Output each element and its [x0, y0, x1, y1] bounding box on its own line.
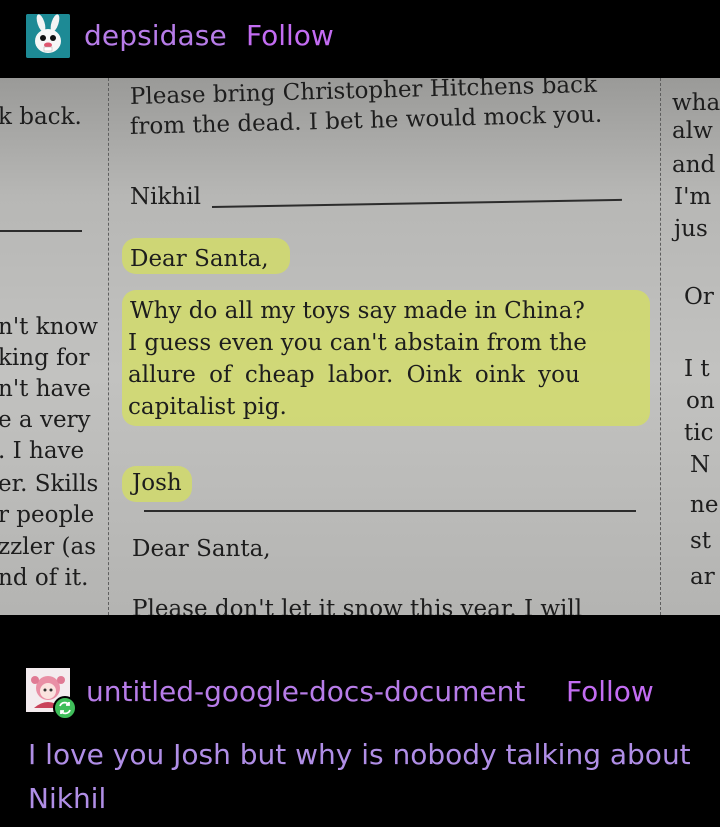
left-column-line: n't know — [0, 314, 98, 340]
post-photo[interactable]: k back. n't know king for n't have e a v… — [0, 78, 720, 615]
left-column-line: r people — [0, 502, 95, 528]
right-column-line: alw — [672, 118, 713, 144]
letter-line: allure of cheap labor. Oink oink you — [128, 362, 580, 388]
user-avatar[interactable] — [26, 14, 70, 58]
right-column-line: ne — [690, 492, 719, 518]
left-column-line: n't have — [0, 376, 91, 402]
left-column-line: er. Skills — [0, 471, 99, 497]
letter-line: I guess even you can't abstain from the — [128, 330, 587, 356]
post-divider — [0, 615, 720, 643]
column-divider — [108, 78, 109, 615]
reblog-comment: I love you Josh but why is nobody talkin… — [28, 738, 691, 815]
letter-signature: Nikhil — [130, 184, 201, 210]
right-column-line: I'm — [674, 184, 712, 210]
reblogger-username[interactable]: untitled-google-docs-document — [86, 675, 525, 708]
signature-rule — [211, 198, 622, 208]
left-column-line: zzler (as — [0, 534, 96, 560]
signature-rule — [0, 230, 82, 232]
left-column-line: nd of it. — [0, 565, 89, 591]
right-column-line: tic — [684, 420, 714, 446]
post-username[interactable]: depsidase — [84, 19, 227, 52]
right-column-line: Or — [684, 284, 714, 310]
left-column-line: . I have — [0, 438, 85, 464]
reblog-icon — [53, 696, 77, 720]
right-column-line: and — [672, 152, 716, 178]
letter-line: Please don't let it snow this year. I wi… — [132, 596, 583, 615]
left-column-line: k back. — [0, 104, 82, 130]
right-column-line: ar — [690, 564, 715, 590]
post-header: depsidase Follow — [0, 0, 720, 78]
follow-button-reblogger[interactable]: Follow — [566, 675, 654, 708]
right-column-line: on — [686, 388, 715, 414]
right-column-line: jus — [674, 216, 708, 242]
letter-line: capitalist pig. — [128, 394, 287, 420]
column-divider — [660, 78, 661, 615]
letter-greeting: Dear Santa, — [130, 246, 269, 272]
right-column-line: st — [690, 528, 712, 554]
signature-rule — [144, 510, 636, 512]
right-column-line: wha — [672, 90, 720, 116]
right-column-line: I t — [684, 356, 710, 382]
letter-signature: Josh — [132, 470, 182, 496]
letter-greeting: Dear Santa, — [132, 536, 271, 562]
follow-button[interactable]: Follow — [246, 19, 334, 52]
letter-line: Why do all my toys say made in China? — [130, 298, 585, 324]
left-column-line: e a very — [0, 407, 91, 433]
left-column-line: king for — [0, 345, 90, 371]
cartoon-rabbit-avatar-icon — [26, 14, 70, 58]
right-column-line: N — [690, 452, 711, 478]
